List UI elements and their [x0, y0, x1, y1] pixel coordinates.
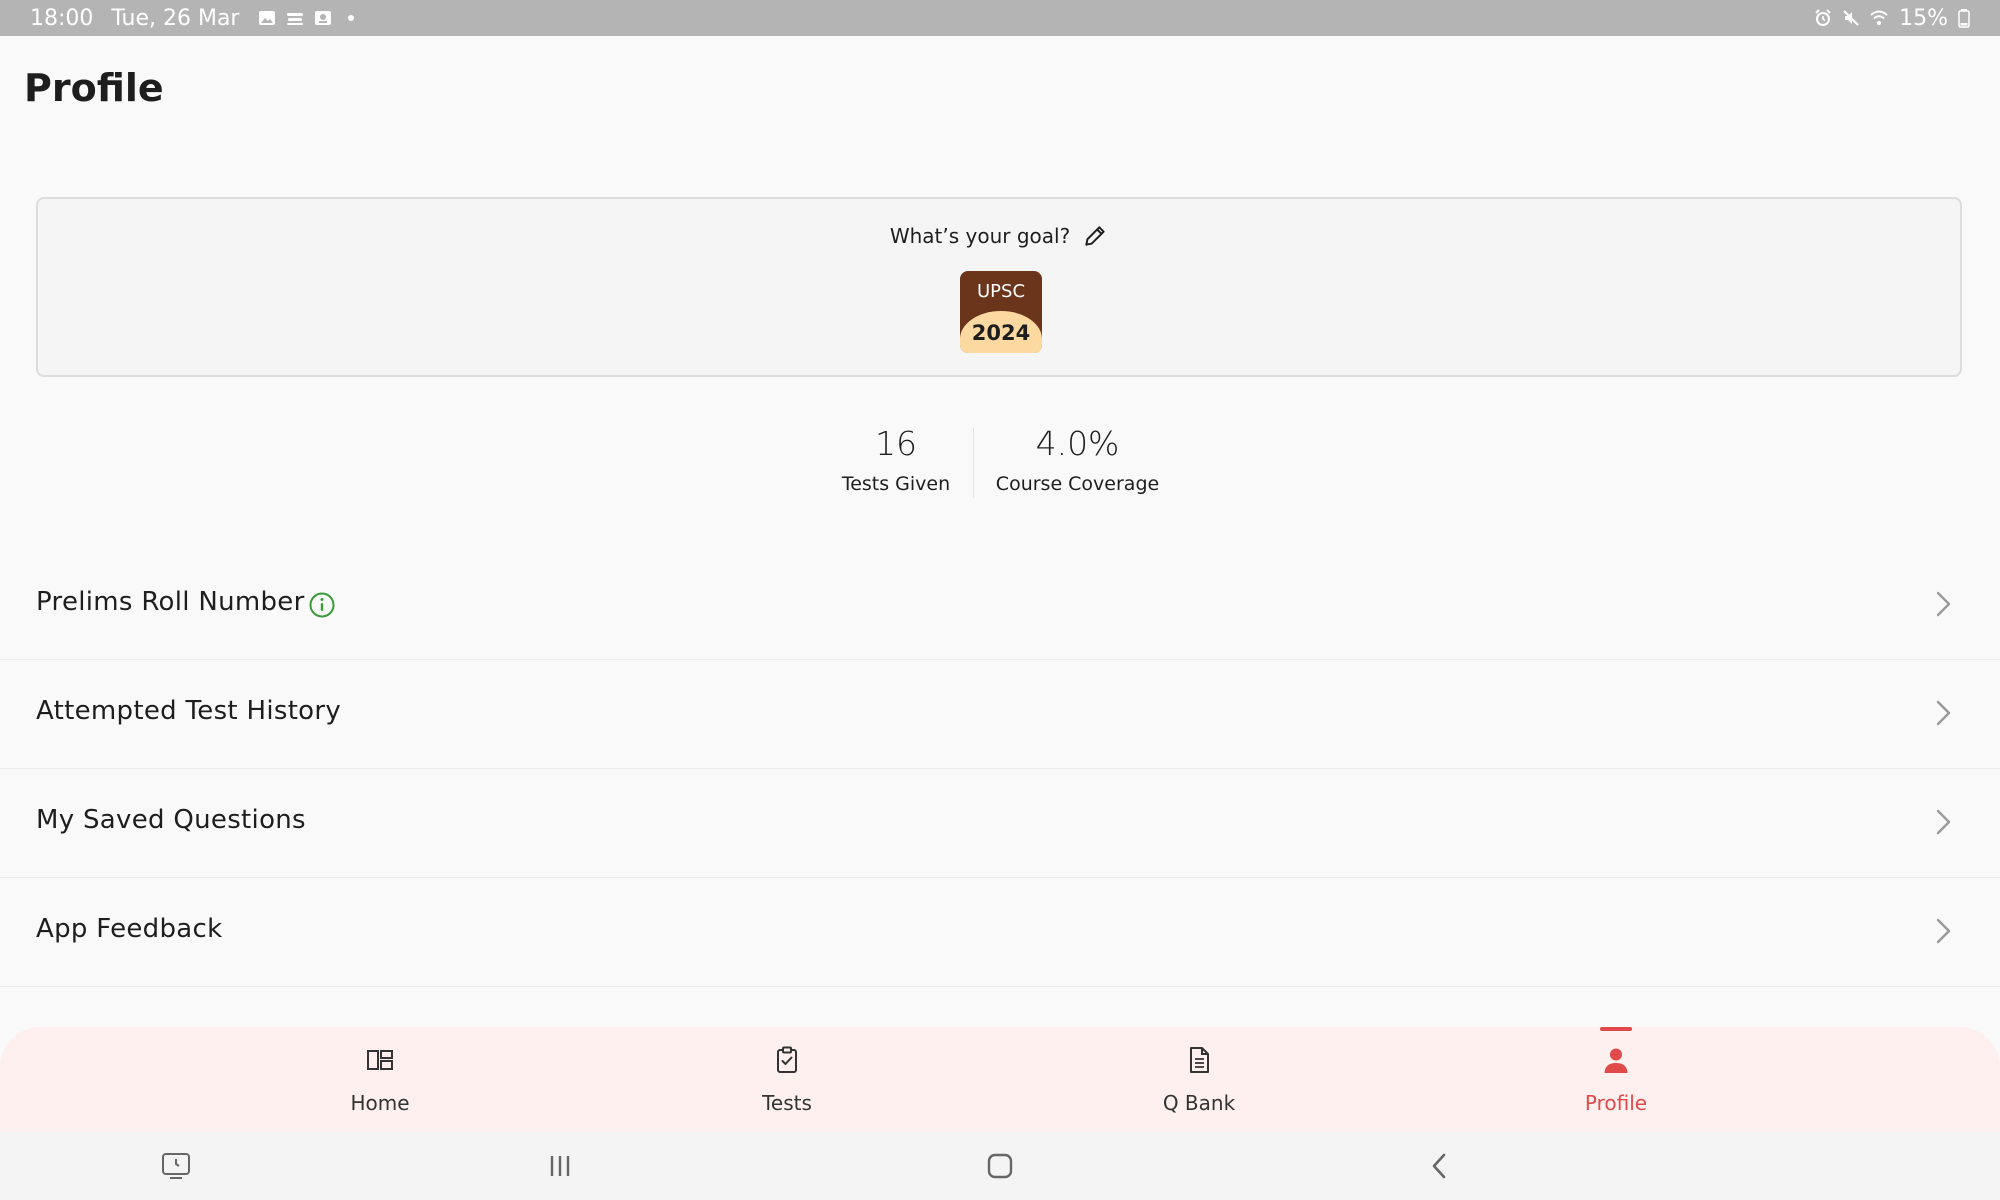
- stat-label: Tests Given: [841, 473, 951, 495]
- chevron-right-icon: [1936, 700, 1951, 726]
- status-bar: 18:00 Tue, 26 Mar 15%: [0, 0, 2000, 36]
- menu-item-label: Prelims Roll Number: [36, 587, 305, 617]
- stat-label: Course Coverage: [995, 473, 1160, 495]
- chevron-right-icon: [1936, 918, 1951, 944]
- wifi-icon: [1870, 10, 1888, 25]
- menu-item-attempted-test-history[interactable]: Attempted Test History: [0, 660, 2000, 769]
- menu-item-label: Attempted Test History: [36, 696, 342, 726]
- stat-value: 16: [875, 424, 917, 463]
- menu-item-label: App Feedback: [36, 914, 223, 944]
- nav-label: Tests: [762, 1091, 812, 1115]
- chevron-right-icon: [1936, 809, 1951, 835]
- menu-item-label: My Saved Questions: [36, 805, 306, 835]
- cloud-icon: [287, 13, 304, 25]
- profile-menu: Prelims Roll Number Attempted Test Histo…: [0, 551, 2000, 987]
- nav-label: Q Bank: [1162, 1091, 1236, 1115]
- nav-label: Profile: [1584, 1091, 1648, 1115]
- home-icon[interactable]: [984, 1150, 1016, 1182]
- stat-tests-given: 16 Tests Given: [836, 424, 956, 495]
- nav-item-home[interactable]: Home: [280, 1027, 480, 1132]
- pencil-edit-icon[interactable]: [1082, 223, 1108, 249]
- battery-percent: 15%: [1899, 5, 1948, 31]
- back-icon[interactable]: [1424, 1150, 1456, 1182]
- gallery-icon: [259, 11, 276, 25]
- nav-item-profile[interactable]: Profile: [1516, 1027, 1716, 1132]
- photo-icon: [315, 11, 332, 25]
- stat-value: 4.0%: [1035, 424, 1120, 463]
- goal-prompt: What’s your goal?: [889, 224, 1071, 248]
- nav-item-tests[interactable]: Tests: [687, 1027, 887, 1132]
- status-time: 18:00: [30, 5, 94, 31]
- nav-item-q-bank[interactable]: Q Bank: [1099, 1027, 1299, 1132]
- dot-icon: [348, 15, 355, 21]
- recent-apps-screen-icon[interactable]: [160, 1150, 192, 1182]
- info-icon[interactable]: [308, 591, 336, 619]
- nav-label: Home: [350, 1091, 410, 1115]
- chevron-right-icon: [1936, 591, 1951, 617]
- page-title: Profile: [24, 66, 164, 110]
- goal-card: What’s your goal? UPSC 2024: [36, 197, 1962, 377]
- document-icon: [1190, 1047, 1209, 1073]
- dashboard-icon: [367, 1050, 393, 1070]
- recents-icon[interactable]: [544, 1150, 576, 1182]
- goal-badge[interactable]: UPSC 2024: [960, 271, 1042, 353]
- stats-row: 16 Tests Given 4.0% Course Coverage: [0, 424, 2000, 504]
- badge-year: 2024: [971, 321, 1031, 345]
- system-nav-bar: [0, 1132, 2000, 1200]
- battery-icon: [1958, 9, 1970, 28]
- person-icon: [1604, 1048, 1628, 1073]
- stat-divider: [973, 428, 974, 498]
- alarm-icon: [1815, 9, 1831, 26]
- bottom-nav: Home Tests Q Bank Profile: [0, 1027, 2000, 1132]
- status-date: Tue, 26 Mar: [111, 5, 240, 31]
- menu-item-app-feedback[interactable]: App Feedback: [0, 878, 2000, 987]
- stat-course-coverage: 4.0% Course Coverage: [990, 424, 1165, 495]
- clipboard-check-icon: [777, 1046, 797, 1073]
- menu-item-prelims-roll-number[interactable]: Prelims Roll Number: [0, 551, 2000, 660]
- goal-row[interactable]: What’s your goal?: [38, 223, 1960, 249]
- menu-item-my-saved-questions[interactable]: My Saved Questions: [0, 769, 2000, 878]
- badge-exam: UPSC: [976, 281, 1026, 302]
- active-tab-indicator: [1600, 1027, 1632, 1031]
- mute-icon: [1843, 10, 1859, 26]
